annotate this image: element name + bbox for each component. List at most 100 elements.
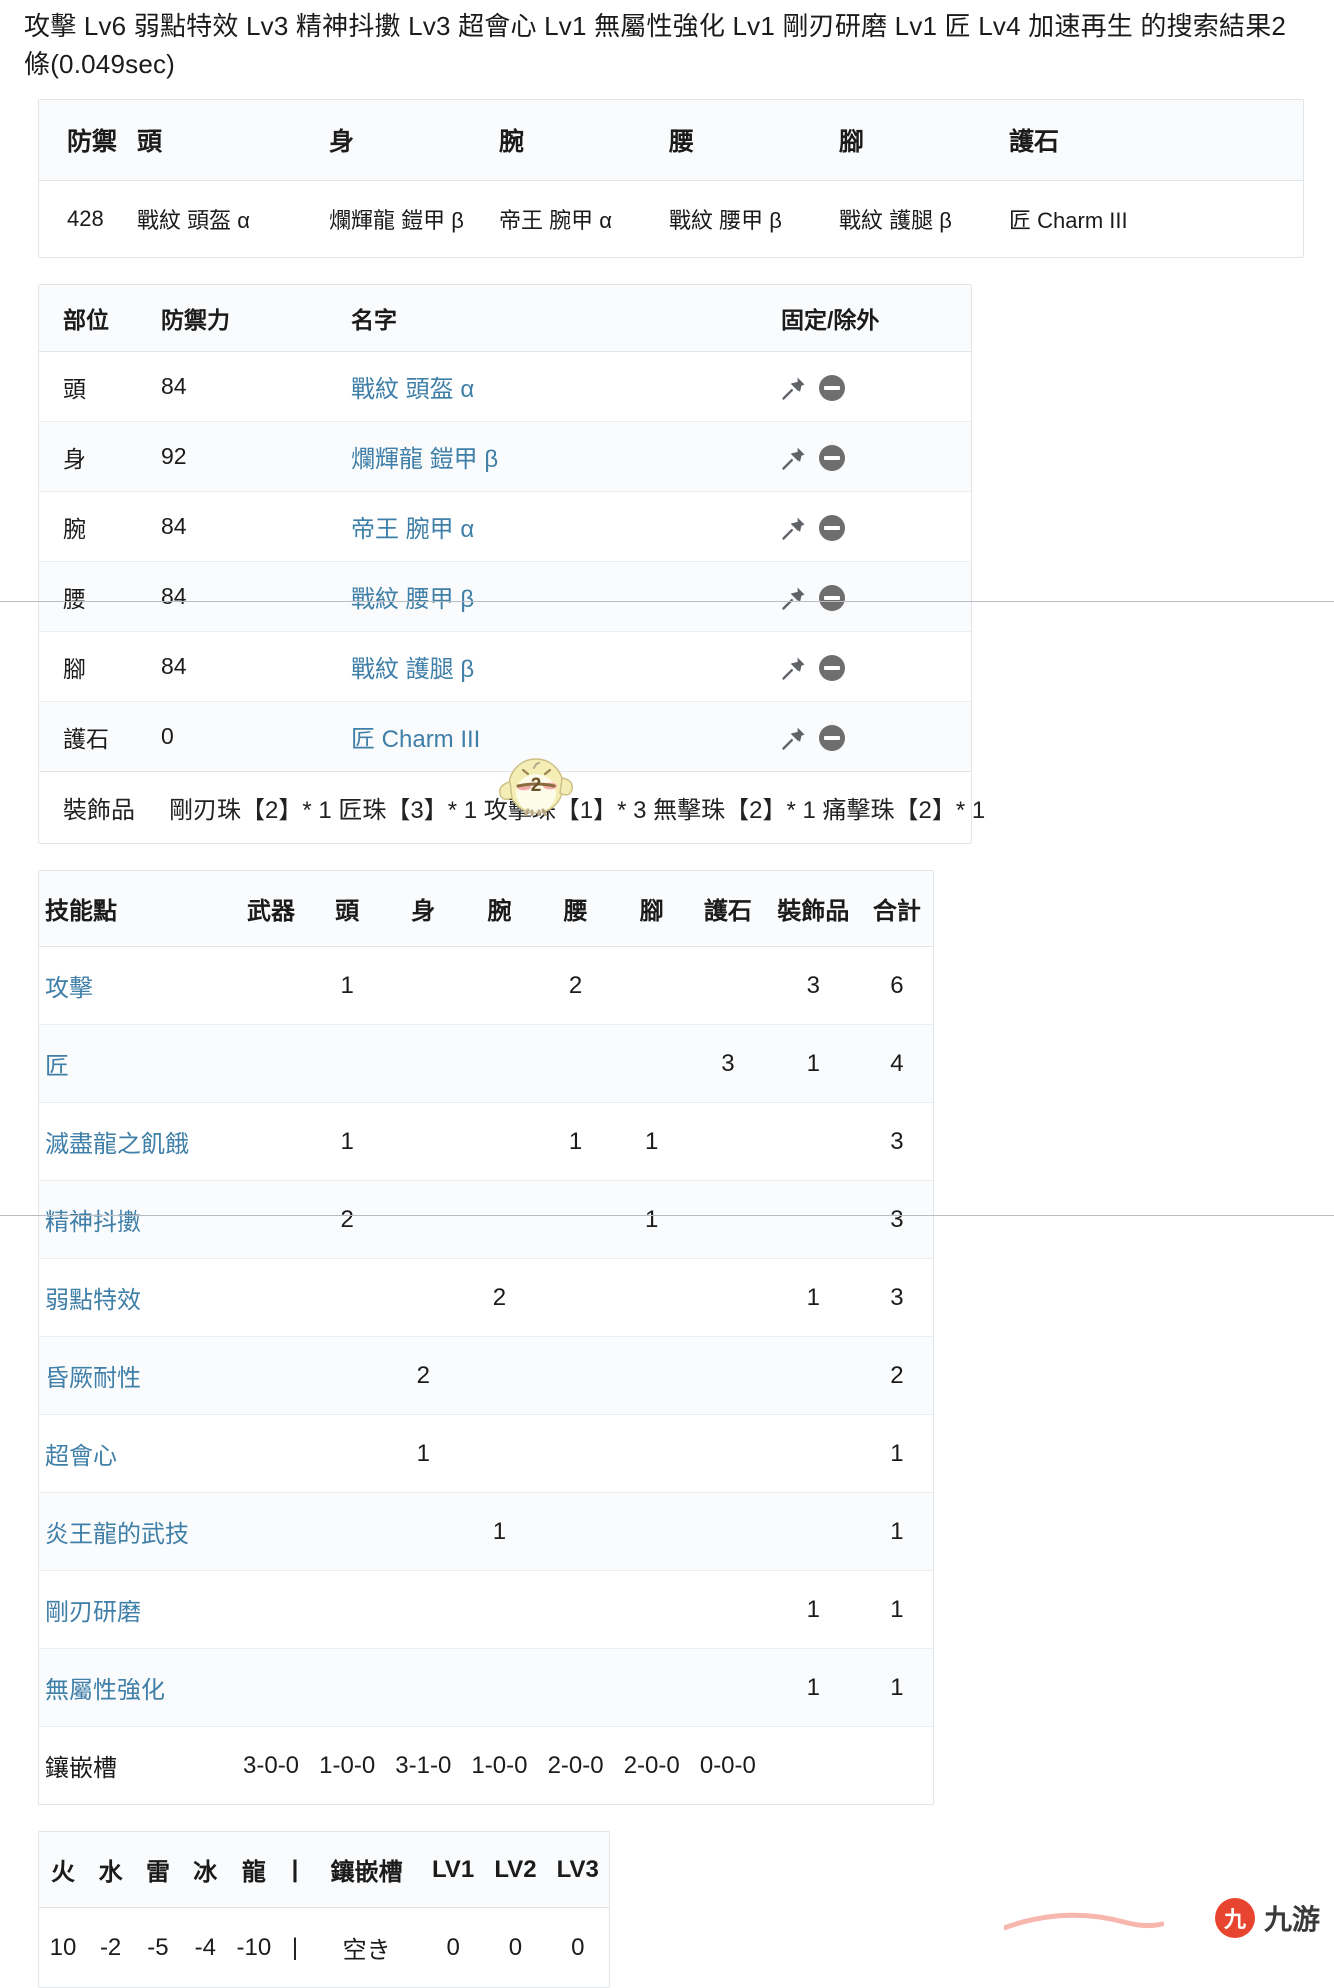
piece-name-link[interactable]: 戰紋 護腿 β bbox=[351, 656, 474, 683]
skill-body-value: 2 bbox=[385, 1336, 462, 1416]
resistance-value-cell: 0 bbox=[446, 1933, 460, 1961]
piece-defense: 84 bbox=[151, 351, 341, 423]
slot-empty-cell bbox=[861, 1727, 933, 1805]
skill-row[interactable]: 弱點特效 2 1 3 bbox=[39, 1258, 933, 1338]
armor-piece-row[interactable]: 身 92 爛輝龍 鎧甲 β bbox=[39, 421, 971, 493]
skill-legs-value bbox=[613, 1492, 690, 1572]
pin-icon[interactable] bbox=[781, 515, 807, 541]
pin-icon[interactable] bbox=[781, 585, 807, 611]
armor-piece-row[interactable]: 腰 84 戰紋 腰甲 β bbox=[39, 561, 971, 633]
skill-charm-value bbox=[689, 1570, 766, 1650]
skill-head-value: 1 bbox=[309, 946, 386, 1026]
skill-deco-value bbox=[765, 1336, 861, 1416]
skill-name-link[interactable]: 滅盡龍之飢餓 bbox=[45, 1131, 189, 1158]
piece-name-link[interactable]: 爛輝龍 鎧甲 β bbox=[351, 446, 498, 473]
summary-result-row[interactable]: 428 戰紋 頭盔 α 爛輝龍 鎧甲 β 帝王 腕甲 α 戰紋 腰甲 β 戰紋 … bbox=[39, 181, 1303, 258]
piece-defense: 84 bbox=[151, 631, 341, 703]
pin-icon[interactable] bbox=[781, 655, 807, 681]
skill-waist-value bbox=[537, 1336, 614, 1416]
decorations-label: 裝飾品 bbox=[63, 797, 135, 825]
skill-name-link[interactable]: 精神抖擻 bbox=[45, 1209, 141, 1236]
pin-icon[interactable] bbox=[781, 375, 807, 401]
minus-circle-icon[interactable] bbox=[819, 374, 845, 401]
minus-circle-icon[interactable] bbox=[819, 584, 845, 611]
skill-name-link[interactable]: 昏厥耐性 bbox=[45, 1365, 141, 1392]
piece-name-link[interactable]: 戰紋 腰甲 β bbox=[351, 586, 474, 613]
resistance-header-cell: LV1 bbox=[421, 1832, 485, 1909]
armor-pieces-card: 部位 防禦力 名字 固定/除外 頭 84 戰紋 頭盔 α 身 92 爛輝龍 鎧甲 β 腕 84… bbox=[38, 284, 972, 773]
resistance-value-row: 10 -2 -5 -4 -10 | 空き 0 0 0 bbox=[39, 1908, 609, 1988]
piece-part: 腳 bbox=[39, 631, 151, 703]
resistance-header-cell: 雷 bbox=[134, 1832, 182, 1909]
skill-head-value bbox=[309, 1336, 386, 1416]
skill-row[interactable]: 無屬性強化 1 1 bbox=[39, 1648, 933, 1728]
piece-defense: 84 bbox=[151, 491, 341, 563]
armor-piece-row[interactable]: 護石 0 匠 Charm III bbox=[39, 701, 971, 772]
skill-row[interactable]: 攻擊 1 2 3 6 bbox=[39, 946, 933, 1026]
minus-circle-icon[interactable] bbox=[819, 724, 845, 751]
summary-header-row: 防禦 頭 身 腕 腰 腳 護石 bbox=[39, 100, 1303, 182]
skill-row[interactable]: 匠 314 bbox=[39, 1024, 933, 1104]
skill-legs-value bbox=[613, 1648, 690, 1728]
skill-total-value: 2 bbox=[860, 1336, 933, 1416]
skill-row[interactable]: 炎王龍的武技 1 1 bbox=[39, 1492, 933, 1572]
skill-name-link[interactable]: 弱點特效 bbox=[45, 1287, 141, 1314]
summary-header-charm: 護石 bbox=[999, 100, 1303, 182]
pin-icon[interactable] bbox=[781, 445, 807, 471]
skill-row[interactable]: 精神抖擻 2 1 3 bbox=[39, 1180, 933, 1260]
skill-name-link[interactable]: 超會心 bbox=[45, 1443, 117, 1470]
piece-defense: 84 bbox=[151, 561, 341, 633]
slot-value: 2-0-0 bbox=[623, 1751, 680, 1779]
skill-weapon-value bbox=[232, 1102, 310, 1182]
skill-body-value bbox=[385, 1102, 462, 1182]
resistance-value-cell: 10 bbox=[49, 1933, 77, 1961]
skill-name-link[interactable]: 攻擊 bbox=[45, 975, 93, 1002]
skill-head-value bbox=[309, 1258, 386, 1338]
skill-weapon-value bbox=[232, 1336, 310, 1416]
skill-total-value: 1 bbox=[860, 1492, 933, 1572]
skill-row[interactable]: 超會心 1 1 bbox=[39, 1414, 933, 1494]
armor-pieces-table: 部位 防禦力 名字 固定/除外 頭 84 戰紋 頭盔 α 身 92 爛輝龍 鎧甲 β 腕 84… bbox=[39, 285, 971, 772]
skill-name-link[interactable]: 剛刃研磨 bbox=[45, 1599, 141, 1626]
skill-arms-value bbox=[461, 1336, 538, 1416]
resistance-value-cell: -4 bbox=[194, 1933, 216, 1961]
resistance-header-cell: LV3 bbox=[546, 1832, 609, 1909]
piece-name-link[interactable]: 帝王 腕甲 α bbox=[351, 516, 474, 543]
skills-table: 技能點 武器 頭 身 腕 腰 腳 護石 裝飾品 合計 攻擊 1 2 3 6 匠 3 1 4 滅盡龍… bbox=[39, 871, 933, 1804]
skill-row[interactable]: 昏厥耐性 2 2 bbox=[39, 1336, 933, 1416]
armor-piece-row[interactable]: 腕 84 帝王 腕甲 α bbox=[39, 491, 971, 563]
skill-name-link[interactable]: 炎王龍的武技 bbox=[45, 1521, 189, 1548]
skill-total-value: 6 bbox=[860, 946, 933, 1026]
piece-defense: 0 bbox=[161, 723, 174, 750]
summary-header-defense: 防禦 bbox=[39, 100, 128, 182]
skill-legs-value bbox=[613, 1258, 690, 1338]
skill-charm-value bbox=[689, 1648, 766, 1728]
armor-piece-row[interactable]: 腳 84 戰紋 護腿 β bbox=[39, 631, 971, 703]
summary-header-legs: 腳 bbox=[829, 100, 1000, 182]
skills-header-arms: 腕 bbox=[461, 871, 538, 948]
resistance-header-cell: 龍 bbox=[228, 1832, 279, 1909]
skill-deco-value bbox=[765, 1180, 861, 1260]
piece-name-link[interactable]: 戰紋 頭盔 α bbox=[351, 376, 474, 403]
skill-row[interactable]: 滅盡龍之飢餓 1 1 1 3 bbox=[39, 1102, 933, 1182]
skill-weapon-value bbox=[232, 1492, 310, 1572]
slot-value: 0-0-0 bbox=[699, 1751, 756, 1779]
skill-total-value: 3 bbox=[860, 1180, 933, 1260]
armor-piece-row[interactable]: 頭 84 戰紋 頭盔 α bbox=[39, 351, 971, 423]
skill-name-link[interactable]: 匠 bbox=[45, 1053, 69, 1080]
resistance-value-cell: 空き bbox=[342, 1937, 391, 1965]
slot-value: 3-0-0 bbox=[243, 1751, 300, 1779]
minus-circle-icon[interactable] bbox=[819, 654, 845, 681]
skill-total-value: 1 bbox=[860, 1570, 933, 1650]
skill-name-link[interactable]: 無屬性強化 bbox=[45, 1677, 165, 1704]
minus-circle-icon[interactable] bbox=[819, 514, 845, 541]
piece-name-link[interactable]: 匠 Charm III bbox=[351, 726, 480, 753]
minus-circle-icon[interactable] bbox=[819, 444, 845, 471]
piece-defense: 92 bbox=[151, 421, 341, 493]
skills-header-legs: 腳 bbox=[613, 871, 690, 948]
skill-row[interactable]: 剛刃研磨 1 1 bbox=[39, 1570, 933, 1650]
pin-icon[interactable] bbox=[781, 725, 807, 751]
skill-weapon-value bbox=[232, 946, 310, 1026]
resistance-header-cell: 鑲嵌槽 bbox=[311, 1832, 422, 1909]
skill-waist-value: 2 bbox=[537, 946, 614, 1026]
